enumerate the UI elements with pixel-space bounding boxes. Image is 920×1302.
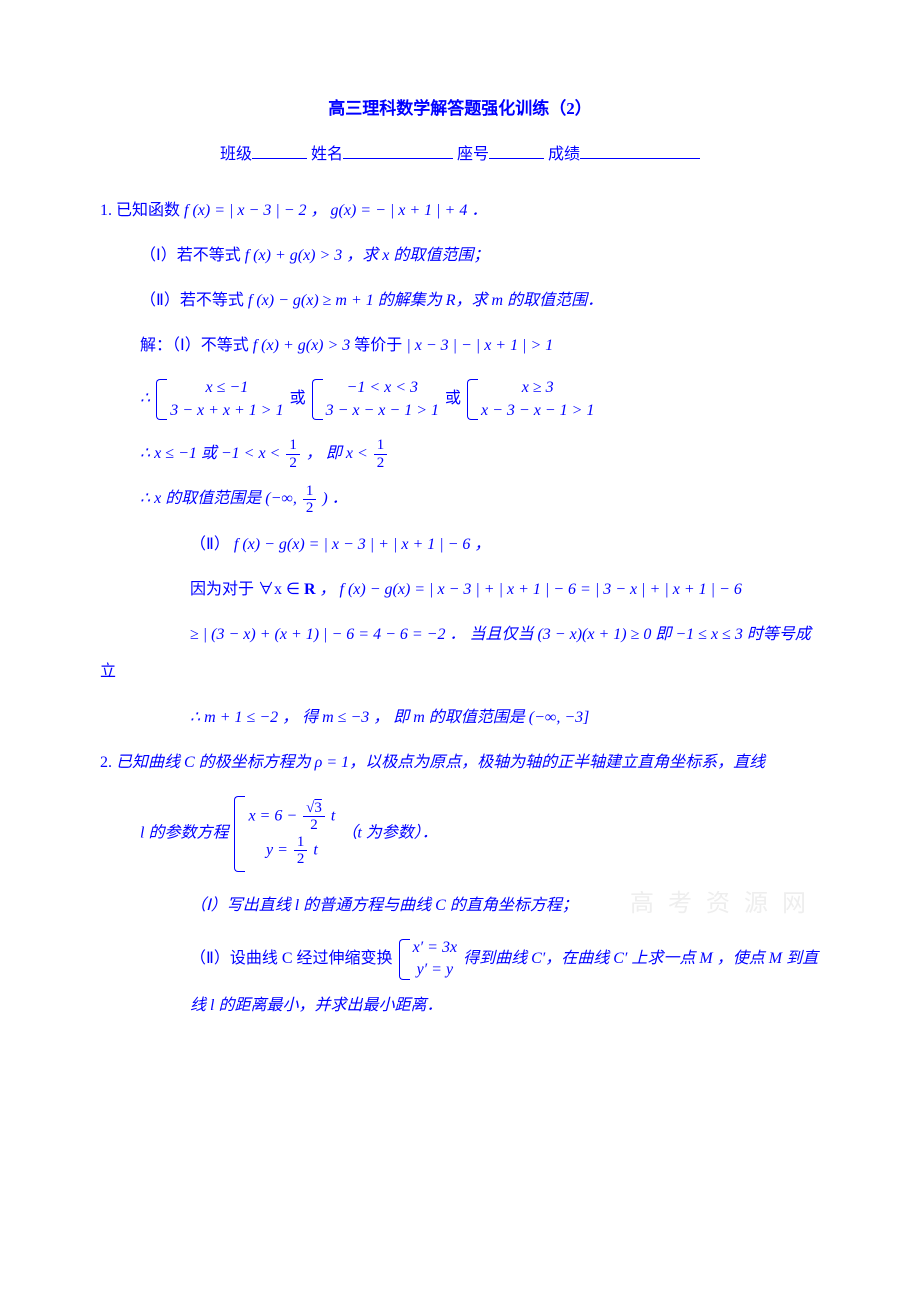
case3-bot: x − 3 − x − 1 > 1 [481,400,594,422]
frac-num: 1 [286,437,300,455]
problem-2-parametric: l 的参数方程 x = 6 − 32 t y = 12 t （t 为参数）． [140,790,820,878]
part2-label: （Ⅱ）若不等式 [140,292,248,309]
solution-1-part2-line1: （Ⅱ） f (x) − g(x) = | x − 3 | + | x + 1 |… [190,527,820,562]
line3-a: ∴ x ≤ −1 或 −1 < x < [140,445,284,462]
frac-den: 2 [286,455,300,472]
scale-x: x′ = 3x [413,937,458,959]
param-tail: （t 为参数）． [341,825,437,842]
fraction-half-1: 12 [286,437,300,471]
eq2-prefix: y = [266,842,292,859]
sol-label: 解：（Ⅰ）不等式 [140,337,253,354]
score-blank [580,142,700,159]
scaling-transform: x′ = 3x y′ = y [399,937,458,982]
therefore-symbol: ∴ [140,390,150,407]
scale-y: y′ = y [413,959,458,981]
line4-a: ∴ x 的取值范围是 (−∞, [140,490,301,507]
frac-num: 3 [303,800,325,818]
sol-eq2: | x − 3 | − | x + 1 | > 1 [406,337,553,354]
frac-den: 2 [303,817,325,834]
eq1-prefix: x = 6 − [248,808,301,825]
frac-1-over-2: 12 [294,834,308,868]
or-text-2: 或 [445,390,461,407]
line3-b: ， 即 x < [306,445,372,462]
problem-2-part-2-cont: 线 l 的距离最小，并求出最小距离． [190,988,820,1023]
score-label: 成绩 [548,146,580,163]
fraction-half-3: 12 [303,483,317,517]
param-eq-x: x = 6 − 32 t [248,800,335,834]
seat-blank [489,142,544,159]
case1-top: x ≤ −1 [170,377,283,399]
line4-b: ) ． [322,490,347,507]
problem-1: 1. 已知函数 f (x) = | x − 3 | − 2 ， g(x) = −… [100,193,820,735]
line7: ∴ m + 1 ≤ −2 ， 得 m ≤ −3 ， 即 m 的取值范围是 (−∞… [190,709,589,726]
case1-bot: 3 − x + x + 1 > 1 [170,400,283,422]
eq2-suffix: t [309,842,317,859]
frac-num: 1 [303,483,317,501]
frac-sqrt3-over-2: 32 [303,800,325,834]
page-title: 高三理科数学解答题强化训练（2） [100,90,820,127]
frac-den: 2 [303,500,317,517]
solution-1-cases: ∴ x ≤ −1 3 − x + x + 1 > 1 或 −1 < x < 3 … [140,373,820,426]
fraction-half-2: 12 [374,437,388,471]
problem-stem-text: 已知函数 [116,202,184,219]
solution-1-line-4: ∴ x 的取值范围是 (−∞, 12 ) ． [140,481,820,516]
line5-a: 因为对于 ∀x ∈ [190,581,304,598]
problem-1-part-1: （Ⅰ）若不等式 f (x) + g(x) > 3 ，求 x 的取值范围； [140,238,820,273]
frac-den: 2 [294,851,308,868]
eq1-suffix: t [327,808,335,825]
seat-label: 座号 [457,146,489,163]
solution-1-part2-line4: ∴ m + 1 ≤ −2 ， 得 m ≤ −3 ， 即 m 的取值范围是 (−∞… [190,700,820,735]
part1-tail: ，求 x 的取值范围； [346,247,489,264]
part2-sol-eq: f (x) − g(x) = | x − 3 | + | x + 1 | − 6… [234,536,491,553]
class-blank [252,142,307,159]
student-info-line: 班级 姓名 座号 成绩 [100,137,820,172]
case2-top: −1 < x < 3 [326,377,439,399]
solution-1-part2-line3b: 立 [100,654,820,689]
case2-bot: 3 − x − x − 1 > 1 [326,400,439,422]
line6: ≥ | (3 − x) + (x + 1) | − 6 = 4 − 6 = −2… [190,626,811,643]
problem-2: 2. 已知曲线 C 的极坐标方程为 ρ = 1，以极点为原点，极轴为轴的正半轴建… [100,745,820,1023]
solution-1-part2-line2: 因为对于 ∀x ∈ R ， f (x) − g(x) = | x − 3 | +… [190,572,820,607]
case-group-1: x ≤ −1 3 − x + x + 1 > 1 [156,377,283,422]
part1-math: f (x) + g(x) > 3 [245,247,343,264]
problem-stem-math: f (x) = | x − 3 | − 2 ， g(x) = − | x + 1… [184,202,487,219]
sol-equiv: 等价于 [354,337,406,354]
case-group-2: −1 < x < 3 3 − x − x − 1 > 1 [312,377,439,422]
param-eq-y: y = 12 t [248,834,335,868]
solution-1-part2-line3: ≥ | (3 − x) + (x + 1) | − 6 = 4 − 6 = −2… [190,617,820,652]
part2-tail: 的解集为 R，求 m 的取值范围． [378,292,603,309]
problem-number-2: 2. [100,754,112,771]
sqrt-arg: 3 [314,800,322,816]
line5-b: ， f (x) − g(x) = | x − 3 | + | x + 1 | −… [320,581,742,598]
problem-number: 1. [100,202,112,219]
solution-1-line-1: 解：（Ⅰ）不等式 f (x) + g(x) > 3 等价于 | x − 3 | … [140,328,820,363]
p2-part2-c: 线 l 的距离最小，并求出最小距离． [190,997,442,1014]
frac-den: 2 [374,455,388,472]
frac-num: 1 [374,437,388,455]
part2-math: f (x) − g(x) ≥ m + 1 [248,292,374,309]
problem-2-stem: 已知曲线 C 的极坐标方程为 ρ = 1，以极点为原点，极轴为轴的正半轴建立直角… [116,754,765,771]
p2-part1-text: （Ⅰ）写出直线 l 的普通方程与曲线 C 的直角坐标方程； [190,897,578,914]
part1-label: （Ⅰ）若不等式 [140,247,245,264]
p2-part2-a: （Ⅱ）设曲线 C 经过伸缩变换 [190,950,397,967]
param-label: l 的参数方程 [140,825,228,842]
case-group-3: x ≥ 3 x − 3 − x − 1 > 1 [467,377,594,422]
name-label: 姓名 [311,146,343,163]
class-label: 班级 [220,146,252,163]
or-text-1: 或 [290,390,306,407]
solution-1-line-3: ∴ x ≤ −1 或 −1 < x < 12 ， 即 x < 12 [140,436,820,471]
name-blank [343,142,453,159]
part2-sol-label: （Ⅱ） [190,536,234,553]
line6b: 立 [100,663,116,680]
case3-top: x ≥ 3 [481,377,594,399]
problem-1-part-2: （Ⅱ）若不等式 f (x) − g(x) ≥ m + 1 的解集为 R，求 m … [140,283,820,318]
sol-eq1: f (x) + g(x) > 3 [253,337,351,354]
real-numbers-symbol: R [304,581,316,598]
problem-2-part-2: （Ⅱ）设曲线 C 经过伸缩变换 x′ = 3x y′ = y 得到曲线 C′，在… [190,933,820,986]
p2-part2-b: 得到曲线 C′，在曲线 C′ 上求一点 M ，使点 M 到直 [463,950,818,967]
frac-num: 1 [294,834,308,852]
problem-2-part-1: （Ⅰ）写出直线 l 的普通方程与曲线 C 的直角坐标方程； [190,888,820,923]
parametric-equations: x = 6 − 32 t y = 12 t [234,794,335,874]
